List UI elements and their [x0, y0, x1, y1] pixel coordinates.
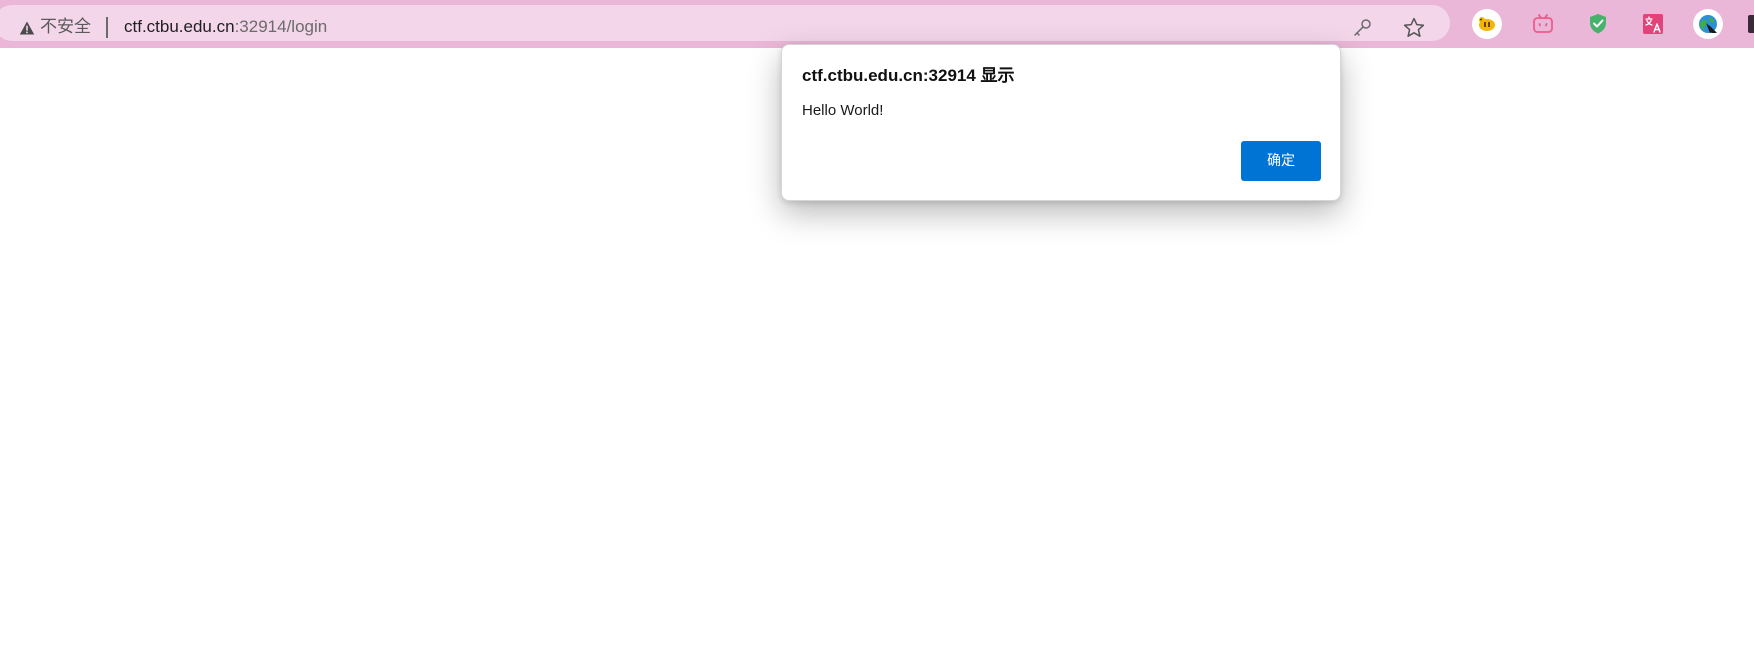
- alert-title: ctf.ctbu.edu.cn:32914 显示: [802, 66, 1015, 85]
- alert-message: Hello World!: [802, 102, 884, 119]
- url-path: :32914/login: [234, 17, 328, 36]
- address-bar[interactable]: 不安全 ctf.ctbu.edu.cn:32914/login: [0, 5, 1450, 41]
- security-status-label[interactable]: 不安全: [40, 16, 91, 38]
- ok-button[interactable]: 确定: [1241, 141, 1321, 181]
- browser-toolbar: 不安全 ctf.ctbu.edu.cn:32914/login: [0, 0, 1754, 48]
- shield-extension-icon[interactable]: [1583, 9, 1613, 39]
- url-text[interactable]: ctf.ctbu.edu.cn:32914/login: [124, 16, 327, 38]
- url-host: ctf.ctbu.edu.cn: [124, 17, 235, 36]
- warning-triangle-icon[interactable]: [19, 20, 35, 36]
- tiger-extension-icon[interactable]: [1472, 9, 1502, 39]
- globe-extension-icon[interactable]: [1693, 9, 1723, 39]
- extension-partial-icon[interactable]: [1748, 15, 1754, 33]
- url-divider: [106, 17, 108, 38]
- star-icon[interactable]: [1402, 16, 1426, 40]
- alert-dialog: ctf.ctbu.edu.cn:32914 显示 Hello World! 确定: [781, 44, 1341, 201]
- key-icon[interactable]: [1351, 17, 1373, 39]
- bilibili-extension-icon[interactable]: [1528, 9, 1558, 39]
- translate-extension-icon[interactable]: [1638, 9, 1668, 39]
